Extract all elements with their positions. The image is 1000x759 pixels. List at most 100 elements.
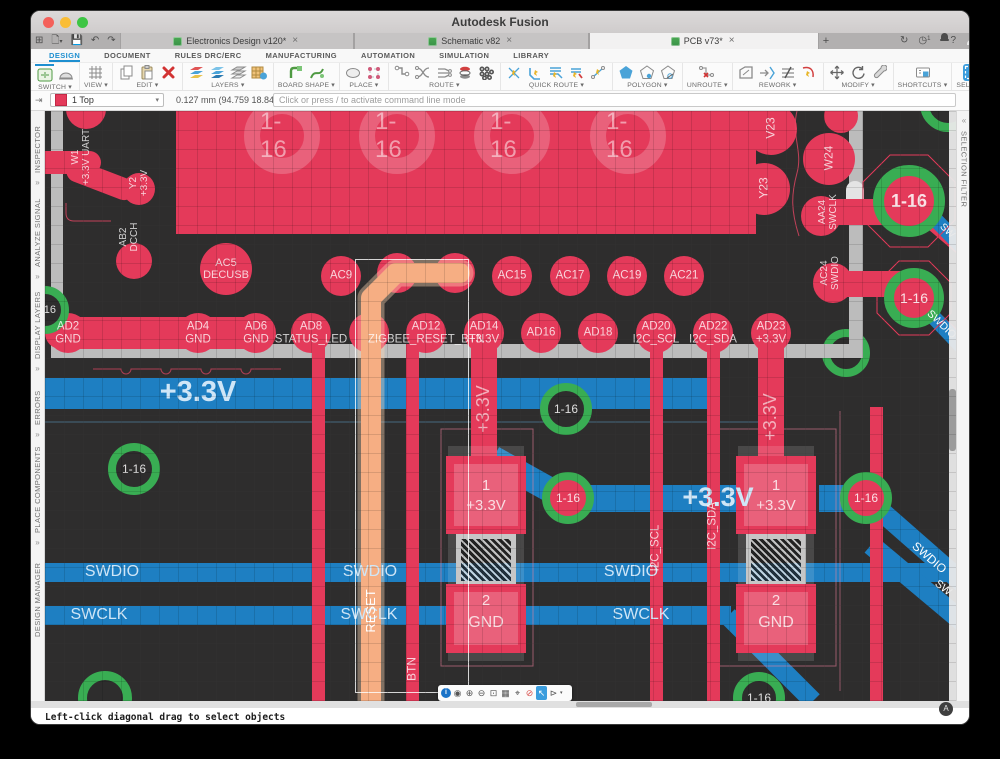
menu-simulation[interactable]: SIMULATION [439,49,489,62]
net-3v3-riser[interactable] [471,344,497,458]
rework-align-icon[interactable] [779,64,798,81]
expand-panel-icon[interactable]: » [35,425,39,445]
horizontal-scrollbar-thumb[interactable] [576,702,652,707]
menu-library[interactable]: LIBRARY [513,49,549,62]
app-grid-icon[interactable]: ⊞ [31,33,47,49]
assistant-badge[interactable]: A [939,702,953,716]
redo-icon[interactable]: ↷ [103,33,119,49]
menu-design[interactable]: DESIGN [49,49,80,62]
select-tool-icon[interactable] [963,64,970,81]
polygon-show-icon[interactable] [638,64,657,81]
wrench-icon[interactable] [870,64,889,81]
polygon-hide-icon[interactable] [659,64,678,81]
close-tab-icon[interactable]: × [504,36,514,46]
job-status-icon[interactable]: ◷1 [913,33,935,49]
trace[interactable] [312,344,325,701]
route-diff-pair-icon[interactable] [414,64,433,81]
probe-icon[interactable]: ⊳ [548,686,559,700]
undo-icon[interactable]: ↶ [87,33,103,49]
place-oval-icon[interactable] [344,64,363,81]
new-tab-button[interactable]: + [819,33,833,49]
menu-automation[interactable]: AUTOMATION [361,49,415,62]
grid-settings-icon[interactable]: ▦ [500,686,511,700]
layers-blue-icon[interactable] [208,64,227,81]
help-icon[interactable]: ? [945,33,961,49]
vertical-scrollbar-thumb[interactable] [949,389,956,451]
close-tab-icon[interactable]: × [290,36,300,46]
via[interactable]: 1-16 [540,383,592,435]
rework-arc-icon[interactable] [800,64,819,81]
board-outline-icon[interactable] [286,64,305,81]
net-3v3-riser[interactable] [758,344,784,458]
tab-schematic[interactable]: Schematic v82 × [354,33,589,49]
panel-tab-display-layers[interactable]: DISPLAY LAYERS [33,287,42,359]
expand-panel-icon[interactable]: » [35,359,39,379]
rework-outline-icon[interactable] [737,64,756,81]
expand-panel-icon[interactable]: » [35,173,39,193]
switch-3d-view-icon[interactable] [56,65,75,82]
via[interactable]: 1-16 [840,472,892,524]
file-menu-icon[interactable]: 🗋▾ [47,33,66,49]
shortcuts-icon[interactable] [913,64,932,81]
close-tab-icon[interactable]: × [727,36,737,46]
via[interactable]: 1-16 [108,443,160,495]
expand-panel-icon[interactable]: » [35,533,39,553]
zoom-out-icon[interactable]: ⊖ [476,686,487,700]
tab-electronics-design[interactable]: Electronics Design v120* × [120,33,354,49]
collapse-toolbar-icon[interactable]: ⇥ [35,95,43,106]
via[interactable]: 1-16 [542,472,594,524]
via[interactable]: 1-16 [884,268,944,328]
move-icon[interactable] [828,64,847,81]
paste-icon[interactable] [138,64,157,81]
panel-tab-errors[interactable]: ERRORS [33,379,42,425]
quick-route-bus-icon[interactable] [547,64,566,81]
layers-color-icon[interactable] [187,64,206,81]
rework-arrow-icon[interactable] [758,64,777,81]
delete-icon[interactable] [159,64,178,81]
panel-tab-analyze-signal[interactable]: ANALYZE SIGNAL [33,193,42,267]
rotate-icon[interactable] [849,64,868,81]
pcb-canvas[interactable]: 1-16 1-16 1-16 1-16 [45,111,956,701]
caret-down-icon[interactable]: ▾ [560,690,563,696]
place-part-icon[interactable] [365,64,384,81]
panel-tab-design-manager[interactable]: DESIGN MANAGER [33,553,42,637]
component-body[interactable] [746,534,806,586]
pan-icon[interactable]: ⌖ [512,686,523,700]
horizontal-scrollbar[interactable] [31,701,969,708]
panel-tab-selection-filter[interactable]: SELECTION FILTER [960,131,969,221]
save-icon[interactable]: 💾 [66,33,86,49]
layer-dropdown[interactable]: 1 Top ▾ [50,93,164,107]
unroute-icon[interactable] [698,64,717,81]
layers-stack-icon[interactable] [229,64,248,81]
route-manual-icon[interactable] [393,64,412,81]
copy-icon[interactable] [117,64,136,81]
panel-tab-place-components[interactable]: PLACE COMPONENTS [33,445,42,533]
notifications-bell-icon[interactable] [935,33,945,49]
titlebar[interactable]: Autodesk Fusion [31,11,969,34]
net-i2c-sda-trace[interactable] [707,344,720,701]
net-i2c-scl-trace[interactable] [650,344,663,701]
sync-icon[interactable]: ↻ [895,33,913,49]
info-icon[interactable]: i [441,688,451,698]
fit-view-icon[interactable]: ◉ [452,686,463,700]
quick-route-corner-icon[interactable] [526,64,545,81]
quick-route-break-icon[interactable] [589,64,608,81]
expand-panel-icon[interactable]: « [962,111,966,131]
switch-board-view-icon[interactable] [35,64,54,83]
trace[interactable] [870,407,883,701]
route-multi-icon[interactable] [435,64,454,81]
layer-settings-icon[interactable] [250,64,269,81]
user-avatar[interactable] [961,33,969,49]
quick-route-fanout-icon[interactable] [505,64,524,81]
interference-icon[interactable]: ⊘ [524,686,535,700]
via[interactable]: 1-16 [873,165,945,237]
selection-rectangle[interactable] [355,259,469,693]
ripup-icon[interactable] [456,64,475,81]
menu-manufacturing[interactable]: MANUFACTURING [266,49,337,62]
command-line-input[interactable] [273,93,956,107]
zoom-in-icon[interactable]: ⊕ [464,686,475,700]
select-mode-icon[interactable]: ↖ [536,686,547,700]
quick-route-partial-icon[interactable] [568,64,587,81]
grid-view-icon[interactable] [86,64,105,81]
expand-panel-icon[interactable]: » [35,267,39,287]
